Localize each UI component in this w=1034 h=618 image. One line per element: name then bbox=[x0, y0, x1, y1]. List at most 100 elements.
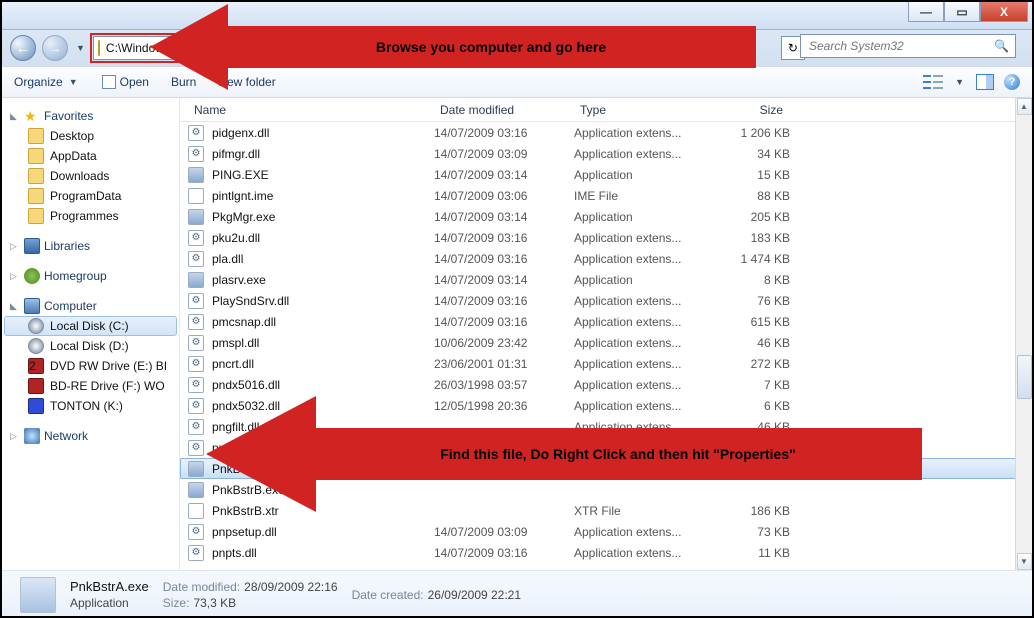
file-type: Application bbox=[574, 210, 690, 224]
favorites-group[interactable]: ◣★ Favorites bbox=[4, 106, 177, 126]
file-name: pnpsetup.dll bbox=[212, 525, 434, 539]
file-size: 615 KB bbox=[690, 315, 790, 329]
file-name: pngfilt.dll bbox=[212, 420, 434, 434]
burn-button[interactable]: Burn bbox=[171, 75, 196, 89]
close-button[interactable]: X bbox=[980, 2, 1028, 22]
file-date: 14/07/2009 03:16 bbox=[434, 252, 574, 266]
address-bar[interactable] bbox=[93, 36, 243, 60]
libraries-group[interactable]: ▷ Libraries bbox=[4, 236, 177, 256]
file-name: PkgMgr.exe bbox=[212, 210, 434, 224]
file-date: 14/07/2009 03:09 bbox=[434, 147, 574, 161]
help-icon[interactable]: ? bbox=[1004, 74, 1020, 90]
file-row[interactable]: pintlgnt.ime14/07/2009 03:06IME File88 K… bbox=[180, 185, 1032, 206]
file-size: 272 KB bbox=[690, 357, 790, 371]
nav-item[interactable]: 2DVD RW Drive (E:) BI bbox=[4, 356, 177, 376]
scroll-thumb[interactable] bbox=[1017, 355, 1032, 399]
file-size: 6 KB bbox=[690, 399, 790, 413]
new-folder-button[interactable]: New folder bbox=[218, 75, 275, 89]
computer-icon bbox=[24, 298, 40, 314]
file-type: Application extens... bbox=[574, 420, 690, 434]
nav-item[interactable]: Downloads bbox=[4, 166, 177, 186]
nav-item[interactable]: ProgramData bbox=[4, 186, 177, 206]
file-row[interactable]: pngfilt.dll Application extens...46 KB bbox=[180, 416, 1032, 437]
open-button[interactable]: Open bbox=[102, 75, 149, 89]
file-icon bbox=[188, 482, 204, 498]
vertical-scrollbar[interactable]: ▲ ▼ bbox=[1015, 98, 1032, 570]
file-row[interactable]: pndx5016.dll26/03/1998 03:57Application … bbox=[180, 374, 1032, 395]
file-row[interactable]: pndx5032.dll12/05/1998 20:36Application … bbox=[180, 395, 1032, 416]
file-row[interactable]: PkgMgr.exe14/07/2009 03:14Application205… bbox=[180, 206, 1032, 227]
file-icon bbox=[188, 545, 204, 561]
network-icon bbox=[24, 428, 40, 444]
file-date: 12/05/1998 20:36 bbox=[434, 399, 574, 413]
search-box[interactable]: 🔍 bbox=[800, 34, 1016, 58]
file-row[interactable]: pku2u.dll14/07/2009 03:16Application ext… bbox=[180, 227, 1032, 248]
file-name: pmcsnap.dll bbox=[212, 315, 434, 329]
nav-item[interactable]: Local Disk (C:) bbox=[4, 316, 177, 336]
file-type: Application extens... bbox=[574, 546, 690, 560]
view-options-icon[interactable] bbox=[923, 73, 943, 91]
file-row[interactable]: PnkBstrB.xtrXTR File186 KB bbox=[180, 500, 1032, 521]
address-input[interactable] bbox=[104, 40, 263, 56]
file-size: 1 206 KB bbox=[690, 126, 790, 140]
col-size[interactable]: Size bbox=[690, 98, 790, 121]
file-size: 15 KB bbox=[690, 168, 790, 182]
maximize-button[interactable]: ▭ bbox=[944, 2, 980, 22]
col-date[interactable]: Date modified bbox=[434, 98, 574, 121]
details-modified-label: Date modified: bbox=[163, 580, 240, 594]
file-icon bbox=[188, 461, 204, 477]
file-row[interactable]: PlaySndSrv.dll14/07/2009 03:16Applicatio… bbox=[180, 290, 1032, 311]
file-icon bbox=[188, 251, 204, 267]
drive-icon bbox=[28, 338, 44, 354]
file-row[interactable]: pla.dll14/07/2009 03:16Application exten… bbox=[180, 248, 1032, 269]
file-size: 46 KB bbox=[690, 420, 790, 434]
col-type[interactable]: Type bbox=[574, 98, 690, 121]
file-row[interactable]: pnidui.dll bbox=[180, 437, 1032, 458]
file-row[interactable]: pmspl.dll10/06/2009 23:42Application ext… bbox=[180, 332, 1032, 353]
col-name[interactable]: Name bbox=[188, 98, 434, 121]
history-dropdown-icon[interactable]: ▼ bbox=[74, 43, 87, 53]
file-row[interactable]: pidgenx.dll14/07/2009 03:16Application e… bbox=[180, 122, 1032, 143]
minimize-button[interactable]: — bbox=[908, 2, 944, 22]
file-icon bbox=[188, 524, 204, 540]
nav-item[interactable]: AppData bbox=[4, 146, 177, 166]
nav-item[interactable]: Programmes bbox=[4, 206, 177, 226]
nav-item[interactable]: Local Disk (D:) bbox=[4, 336, 177, 356]
file-row[interactable]: pncrt.dll23/06/2001 01:31Application ext… bbox=[180, 353, 1032, 374]
file-row[interactable]: pmcsnap.dll14/07/2009 03:16Application e… bbox=[180, 311, 1032, 332]
file-type: Application extens... bbox=[574, 126, 690, 140]
file-row[interactable]: PnkBstrB.exe bbox=[180, 479, 1032, 500]
details-size-label: Size: bbox=[163, 596, 190, 610]
computer-group[interactable]: ◣ Computer bbox=[4, 296, 177, 316]
file-row[interactable]: plasrv.exe14/07/2009 03:14Application8 K… bbox=[180, 269, 1032, 290]
network-group[interactable]: ▷ Network bbox=[4, 426, 177, 446]
file-icon bbox=[188, 293, 204, 309]
nav-item[interactable]: BD-RE Drive (F:) WO bbox=[4, 376, 177, 396]
back-button[interactable]: ← bbox=[10, 35, 36, 61]
search-icon: 🔍 bbox=[994, 39, 1009, 53]
homegroup-group[interactable]: ▷ Homegroup bbox=[4, 266, 177, 286]
file-size: 186 KB bbox=[690, 504, 790, 518]
file-name: pnidui.dll bbox=[212, 441, 434, 455]
explorer-window: — ▭ X ← → ▼ Browse you computer and go h… bbox=[0, 0, 1034, 618]
view-options-dropdown[interactable]: ▼ bbox=[953, 77, 966, 87]
scroll-down-button[interactable]: ▼ bbox=[1017, 553, 1032, 570]
file-size: 11 KB bbox=[690, 546, 790, 560]
nav-item[interactable]: TONTON (K:) bbox=[4, 396, 177, 416]
file-row[interactable]: pnpsetup.dll14/07/2009 03:09Application … bbox=[180, 521, 1032, 542]
preview-pane-icon[interactable] bbox=[976, 74, 994, 90]
annotation-top-text: Browse you computer and go here bbox=[376, 39, 606, 55]
nav-item[interactable]: Desktop bbox=[4, 126, 177, 146]
file-row[interactable]: pifmgr.dll14/07/2009 03:09Application ex… bbox=[180, 143, 1032, 164]
drive-icon bbox=[28, 398, 44, 414]
libraries-icon bbox=[24, 238, 40, 254]
file-row[interactable]: PnkBstrA.exe bbox=[180, 458, 1032, 479]
file-list: Name Date modified Type Size pidgenx.dll… bbox=[180, 98, 1032, 570]
search-input[interactable] bbox=[807, 38, 994, 54]
organize-menu[interactable]: Organize▼ bbox=[14, 75, 80, 89]
file-size: 73 KB bbox=[690, 525, 790, 539]
file-row[interactable]: PING.EXE14/07/2009 03:14Application15 KB bbox=[180, 164, 1032, 185]
file-row[interactable]: pnpts.dll14/07/2009 03:16Application ext… bbox=[180, 542, 1032, 563]
forward-button[interactable]: → bbox=[42, 35, 68, 61]
scroll-up-button[interactable]: ▲ bbox=[1017, 98, 1032, 115]
